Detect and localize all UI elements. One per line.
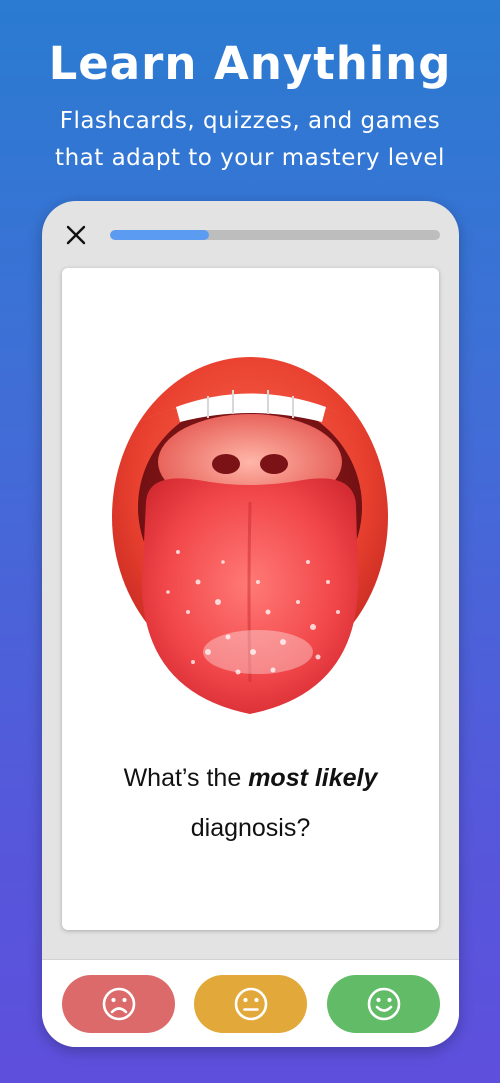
question-part-2: diagnosis? bbox=[190, 814, 311, 842]
close-button[interactable] bbox=[64, 223, 88, 247]
question-emphasis: most likely bbox=[248, 764, 378, 792]
close-icon bbox=[66, 225, 86, 245]
happy-face-icon bbox=[367, 987, 400, 1021]
rate-ok-button[interactable] bbox=[194, 975, 307, 1033]
tongue-illustration bbox=[112, 357, 388, 714]
question-part-1: What’s the bbox=[123, 764, 249, 792]
progress-bar bbox=[110, 230, 440, 240]
question-text: What’s the most likely diagnosis? bbox=[72, 753, 429, 853]
phone-frame: What’s the most likely diagnosis? bbox=[42, 201, 459, 1047]
rating-bar bbox=[42, 959, 459, 1047]
hero-title: Learn Anything bbox=[48, 37, 452, 90]
hero-subtitle: Flashcards, quizzes, and games that adap… bbox=[20, 103, 480, 177]
neutral-face-icon bbox=[234, 987, 267, 1021]
hero-subtitle-line-1: Flashcards, quizzes, and games bbox=[59, 108, 441, 134]
rate-hard-button[interactable] bbox=[62, 975, 175, 1033]
rate-easy-button[interactable] bbox=[327, 975, 440, 1033]
hero-subtitle-line-2: that adapt to your mastery level bbox=[55, 145, 445, 171]
sad-face-icon bbox=[102, 987, 135, 1021]
progress-fill bbox=[110, 230, 209, 240]
flashcard[interactable]: What’s the most likely diagnosis? bbox=[62, 268, 439, 930]
